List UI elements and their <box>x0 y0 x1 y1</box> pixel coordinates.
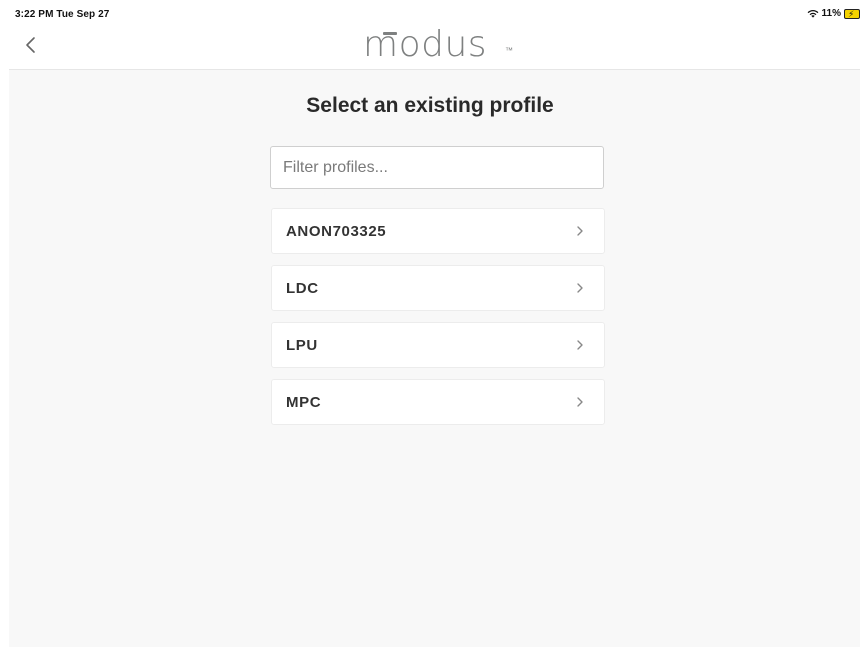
chevron-right-icon <box>576 282 584 294</box>
logo-text: modus <box>363 24 488 65</box>
profile-item[interactable]: MPC <box>271 379 605 425</box>
chevron-right-icon <box>576 225 584 237</box>
battery-charging-icon: ⚡ <box>844 8 860 19</box>
back-button[interactable] <box>21 33 41 57</box>
status-bar: 3:22 PM Tue Sep 27 11% ⚡ <box>9 5 860 21</box>
profile-item[interactable]: LPU <box>271 322 605 368</box>
logo-trademark: ™ <box>505 46 514 55</box>
app-screen: 3:22 PM Tue Sep 27 11% ⚡ modus ™ Select … <box>9 5 860 647</box>
battery-percent: 11% <box>821 8 841 19</box>
profile-item[interactable]: ANON703325 <box>271 208 605 254</box>
wifi-icon <box>807 9 819 18</box>
profile-item[interactable]: LDC <box>271 265 605 311</box>
profile-list: ANON703325 LDC LPU MPC <box>271 208 605 436</box>
navigation-bar: modus ™ <box>9 21 860 70</box>
profile-name: LDC <box>286 280 319 297</box>
modus-logo: modus ™ <box>363 25 523 65</box>
logo-macron <box>383 32 397 35</box>
profile-name: LPU <box>286 337 318 354</box>
chevron-left-icon <box>26 37 35 53</box>
filter-profiles-input[interactable] <box>270 146 604 189</box>
profile-name: MPC <box>286 394 322 411</box>
bolt-icon: ⚡ <box>848 8 855 19</box>
chevron-right-icon <box>576 396 584 408</box>
chevron-right-icon <box>576 339 584 351</box>
status-indicators: 11% ⚡ <box>807 8 860 19</box>
profile-name: ANON703325 <box>286 223 387 240</box>
status-time: 3:22 PM Tue Sep 27 <box>15 9 110 20</box>
page-title: Select an existing profile <box>306 94 554 117</box>
